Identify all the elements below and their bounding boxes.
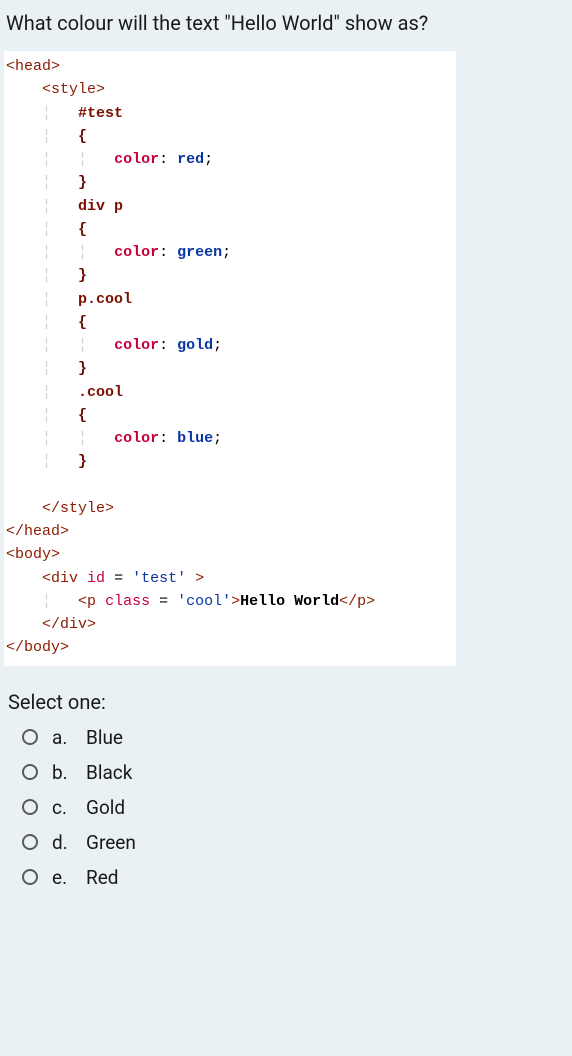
code-block: <head> <style> ¦ #test ¦ { ¦ ¦ color: re… <box>4 51 456 666</box>
code-sel3: p.cool <box>78 291 132 308</box>
indent-guide: ¦ <box>42 593 51 610</box>
indent-guide: ¦ <box>42 244 51 261</box>
code-prop: color <box>114 244 159 261</box>
option-label: Blue <box>86 726 123 749</box>
option-a[interactable]: a. Blue <box>22 726 568 749</box>
indent-guide: ¦ <box>78 151 87 168</box>
code-body-open: <body> <box>6 546 60 563</box>
code-brace: { <box>78 221 87 238</box>
code-eq: = <box>150 593 177 610</box>
code-p-open-pre: <p <box>78 593 96 610</box>
options-list: a. Blue b. Black c. Gold d. Green e. Red <box>22 726 568 889</box>
code-p-open-post: > <box>231 593 240 610</box>
select-one-label: Select one: <box>8 690 568 714</box>
code-str: 'cool' <box>177 593 231 610</box>
code-brace: { <box>78 314 87 331</box>
option-letter: c. <box>52 796 86 819</box>
radio-icon <box>22 834 38 850</box>
code-p-close: </p> <box>339 593 375 610</box>
code-semi: ; <box>213 337 222 354</box>
indent-guide: ¦ <box>78 244 87 261</box>
code-div-open-pre: <div <box>42 570 78 587</box>
code-brace: } <box>78 174 87 191</box>
radio-icon <box>22 869 38 885</box>
code-val: red <box>177 151 204 168</box>
radio-icon <box>22 729 38 745</box>
code-val: blue <box>177 430 213 447</box>
code-str: 'test' <box>132 570 186 587</box>
indent-guide: ¦ <box>42 337 51 354</box>
code-prop: color <box>114 430 159 447</box>
code-div-open-post: > <box>195 570 204 587</box>
option-label: Red <box>86 866 119 889</box>
option-letter: e. <box>52 866 86 889</box>
question-container: What colour will the text "Hello World" … <box>0 0 572 921</box>
code-eq: = <box>105 570 132 587</box>
code-brace: { <box>78 128 87 145</box>
indent-guide: ¦ <box>42 221 51 238</box>
indent-guide: ¦ <box>42 198 51 215</box>
code-body-close: </body> <box>6 639 69 656</box>
indent-guide: ¦ <box>42 453 51 470</box>
indent-guide: ¦ <box>42 151 51 168</box>
code-attr: id <box>87 570 105 587</box>
option-letter: d. <box>52 831 86 854</box>
code-style-close: </style> <box>42 500 114 517</box>
code-head-open: <head> <box>6 58 60 75</box>
code-colon: : <box>159 430 177 447</box>
question-text: What colour will the text "Hello World" … <box>6 10 566 37</box>
indent-guide: ¦ <box>42 174 51 191</box>
option-d[interactable]: d. Green <box>22 831 568 854</box>
option-label: Gold <box>86 796 125 819</box>
code-semi: ; <box>213 430 222 447</box>
option-c[interactable]: c. Gold <box>22 796 568 819</box>
indent-guide: ¦ <box>42 407 51 424</box>
code-brace: } <box>78 267 87 284</box>
indent-guide: ¦ <box>42 128 51 145</box>
indent-guide: ¦ <box>42 314 51 331</box>
code-sel4: .cool <box>78 384 123 401</box>
code-brace: } <box>78 360 87 377</box>
code-colon: : <box>159 151 177 168</box>
option-label: Black <box>86 761 132 784</box>
indent-guide: ¦ <box>42 105 51 122</box>
code-colon: : <box>159 337 177 354</box>
code-brace: } <box>78 453 87 470</box>
code-sel1: #test <box>78 105 123 122</box>
code-brace: { <box>78 407 87 424</box>
code-attr: class <box>105 593 150 610</box>
code-prop: color <box>114 337 159 354</box>
indent-guide: ¦ <box>42 360 51 377</box>
indent-guide: ¦ <box>42 430 51 447</box>
code-head-close: </head> <box>6 523 69 540</box>
indent-guide: ¦ <box>42 384 51 401</box>
radio-icon <box>22 799 38 815</box>
option-b[interactable]: b. Black <box>22 761 568 784</box>
code-semi: ; <box>204 151 213 168</box>
code-val: gold <box>177 337 213 354</box>
code-style-open: <style> <box>42 81 105 98</box>
code-semi: ; <box>222 244 231 261</box>
option-letter: a. <box>52 726 86 749</box>
option-label: Green <box>86 831 136 854</box>
code-p-text: Hello World <box>240 593 339 610</box>
code-sel2: div p <box>78 198 123 215</box>
code-colon: : <box>159 244 177 261</box>
option-letter: b. <box>52 761 86 784</box>
code-val: green <box>177 244 222 261</box>
indent-guide: ¦ <box>78 430 87 447</box>
indent-guide: ¦ <box>78 337 87 354</box>
indent-guide: ¦ <box>42 291 51 308</box>
radio-icon <box>22 764 38 780</box>
code-div-close: </div> <box>42 616 96 633</box>
option-e[interactable]: e. Red <box>22 866 568 889</box>
indent-guide: ¦ <box>42 267 51 284</box>
code-prop: color <box>114 151 159 168</box>
